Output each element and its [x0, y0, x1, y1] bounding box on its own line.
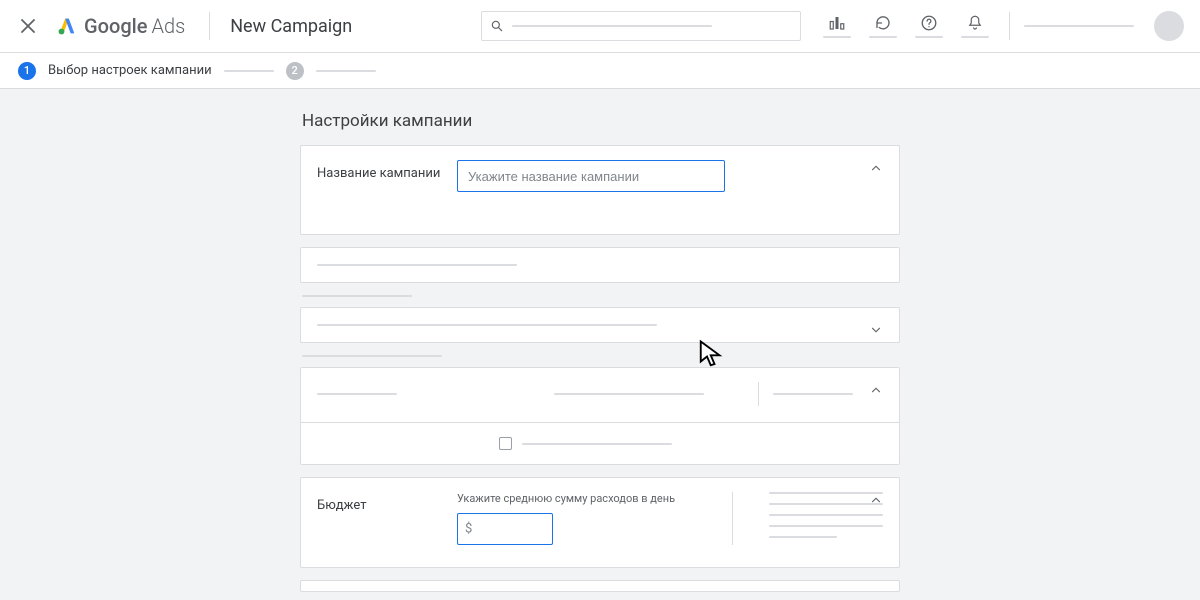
- campaign-name-card: Название кампании: [300, 145, 900, 235]
- stepper: 1 Выбор настроек кампании 2: [0, 53, 1200, 89]
- expand-toggle[interactable]: [869, 322, 883, 341]
- settings-card-3: [300, 367, 900, 465]
- collapse-toggle[interactable]: [869, 492, 883, 511]
- divider: [209, 12, 210, 40]
- placeholder-text: [317, 324, 657, 326]
- option-checkbox[interactable]: [499, 437, 512, 450]
- toolbar-icons: [817, 10, 1184, 42]
- checkbox-label: [522, 443, 672, 445]
- budget-card: Бюджет Укажите среднюю сумму расходов в …: [300, 477, 900, 568]
- settings-card-collapsed-1[interactable]: [300, 247, 900, 283]
- collapse-toggle[interactable]: [869, 382, 883, 401]
- close-icon: [21, 19, 35, 33]
- search-placeholder: [512, 25, 712, 27]
- settings-card-collapsed-bottom[interactable]: [300, 580, 900, 592]
- chevron-up-icon: [869, 493, 883, 507]
- budget-helper-text: Укажите среднюю сумму расходов в день: [457, 492, 682, 505]
- card-label: [317, 393, 397, 395]
- google-ads-icon: [56, 15, 78, 37]
- logo-text-ads: Ads: [151, 14, 185, 38]
- help-button[interactable]: [909, 10, 949, 42]
- campaign-name-input[interactable]: [457, 160, 725, 192]
- placeholder-text: [317, 264, 517, 266]
- divider: [732, 492, 733, 545]
- logo-text-google: Google: [84, 14, 147, 38]
- step-2-label: [316, 70, 376, 72]
- content-area: Настройки кампании Название кампании: [0, 89, 1200, 592]
- step-1-badge[interactable]: 1: [18, 62, 36, 80]
- refresh-icon: [874, 14, 892, 32]
- budget-label: Бюджет: [317, 492, 457, 513]
- chevron-down-icon: [869, 323, 883, 337]
- step-connector: [224, 70, 274, 72]
- search-icon: [490, 19, 504, 33]
- search-input[interactable]: [481, 11, 801, 41]
- chevron-up-icon: [869, 161, 883, 175]
- reports-button[interactable]: [817, 10, 857, 42]
- notifications-button[interactable]: [955, 10, 995, 42]
- top-bar: Google Ads New Campaign: [0, 0, 1200, 53]
- logo: Google Ads: [56, 14, 185, 38]
- page-title: New Campaign: [230, 16, 352, 37]
- help-icon: [920, 14, 938, 32]
- refresh-button[interactable]: [863, 10, 903, 42]
- collapse-toggle[interactable]: [869, 160, 883, 179]
- subheading: [302, 295, 412, 297]
- step-2-badge[interactable]: 2: [286, 62, 304, 80]
- campaign-name-label: Название кампании: [317, 160, 457, 181]
- subheading: [302, 355, 442, 357]
- chevron-up-icon: [869, 383, 883, 397]
- reports-icon: [828, 14, 846, 32]
- divider: [1009, 12, 1010, 40]
- step-1-label: Выбор настроек кампании: [48, 63, 212, 78]
- section-title: Настройки кампании: [300, 111, 900, 131]
- card-value: [554, 393, 704, 395]
- budget-info-panel: [753, 492, 883, 538]
- account-label: [1024, 25, 1134, 27]
- settings-card-collapsed-2[interactable]: [300, 307, 900, 343]
- divider: [758, 382, 759, 406]
- bell-icon: [966, 14, 984, 32]
- close-button[interactable]: [16, 14, 40, 38]
- avatar[interactable]: [1154, 11, 1184, 41]
- card-info: [773, 393, 853, 395]
- checkbox-row: [301, 423, 899, 464]
- currency-symbol: $: [465, 522, 472, 537]
